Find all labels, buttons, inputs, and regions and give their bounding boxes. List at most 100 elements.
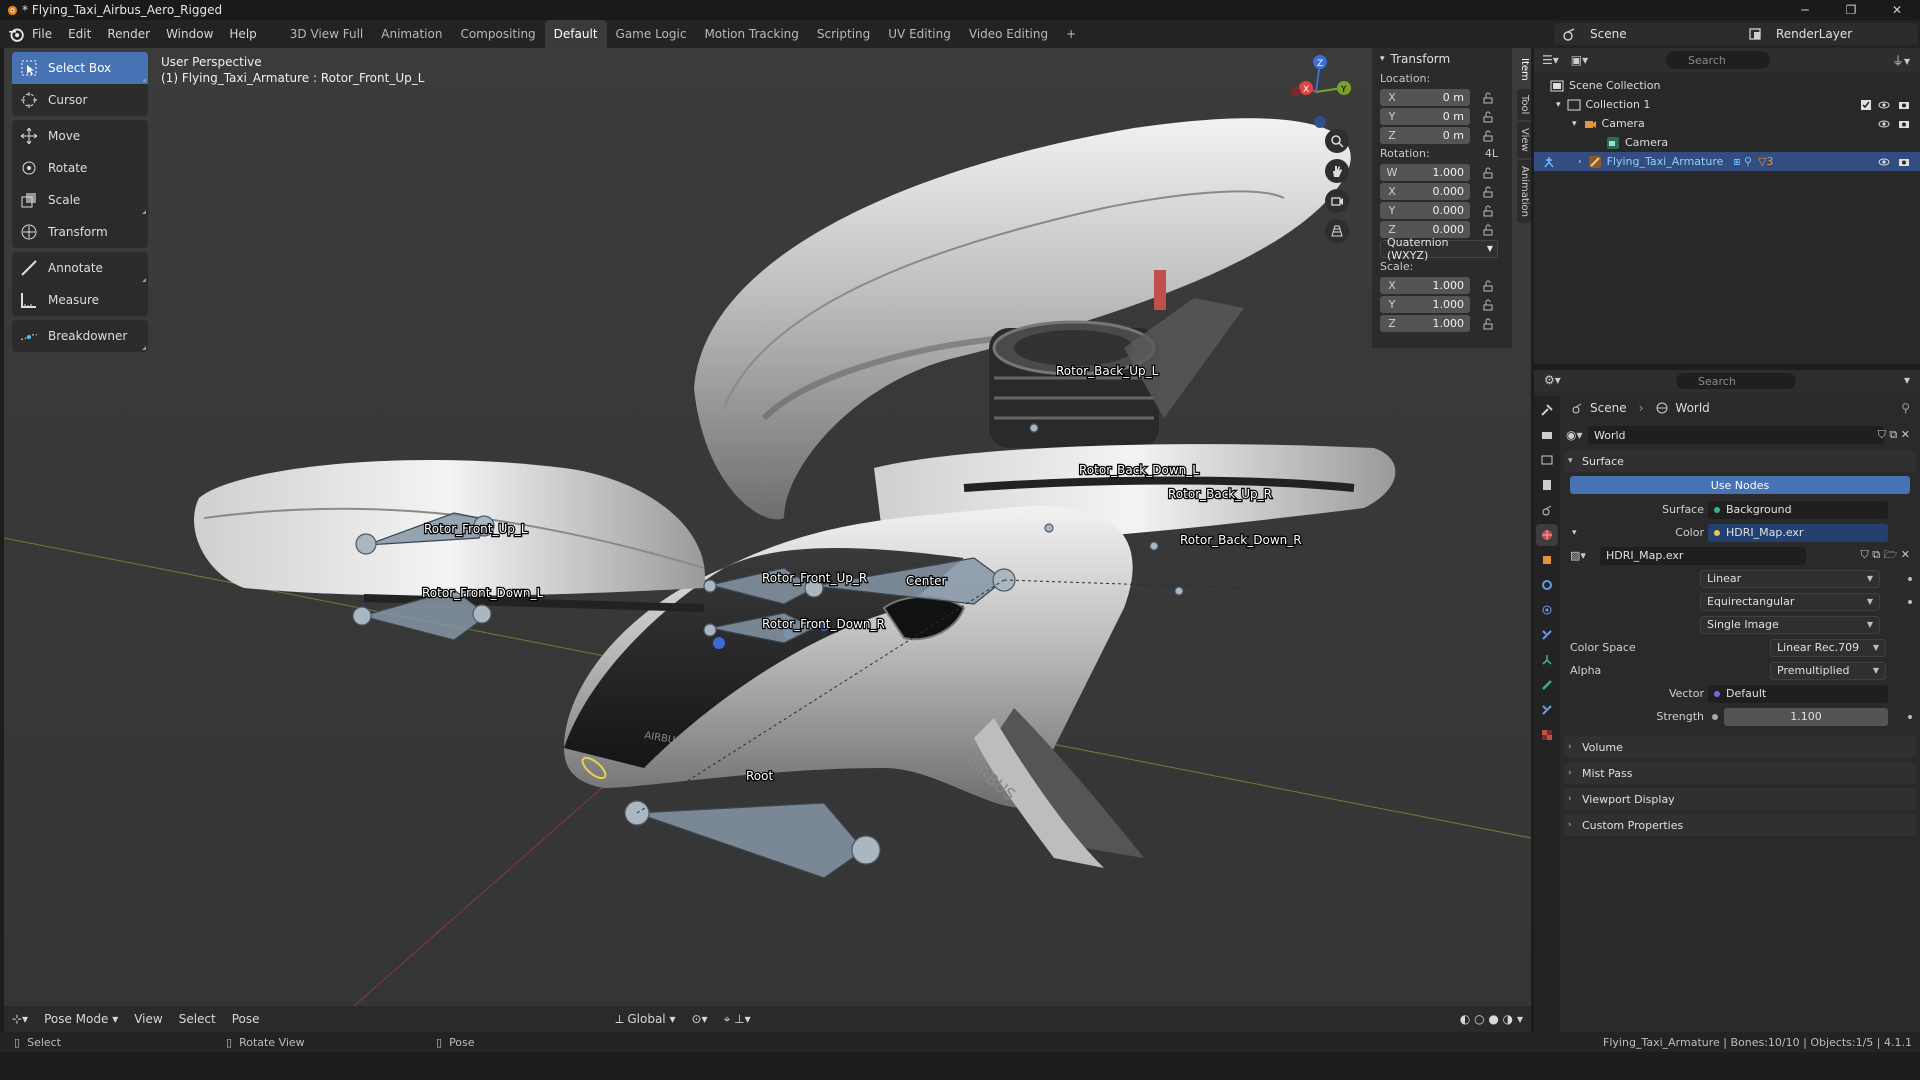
volume-panel-header[interactable]: › Volume	[1564, 736, 1916, 758]
bone-constraint-tab-icon[interactable]	[1536, 699, 1558, 721]
menu-select[interactable]: Select	[171, 1012, 224, 1026]
viewport-shading-icons[interactable]: ◐ ○ ● ◑ ▾	[1452, 1012, 1531, 1026]
keyframe-dot-icon[interactable]	[1908, 576, 1912, 581]
lock-icon[interactable]	[1482, 205, 1494, 217]
outliner-editor-icon[interactable]: ☰▾	[1542, 53, 1559, 67]
rotation-mode-dropdown[interactable]: Quaternion (WXYZ) ▼	[1380, 236, 1498, 262]
lock-icon[interactable]	[1482, 186, 1494, 198]
object-tab-icon[interactable]	[1536, 549, 1558, 571]
display-mode-icon[interactable]: ▣▾	[1571, 53, 1588, 67]
lock-icon[interactable]	[1482, 167, 1494, 179]
3d-viewport[interactable]: AIRBUS AIRBUS Rotor_Front_Up_L Rotor_Fro…	[4, 48, 1531, 1006]
menu-view[interactable]: View	[126, 1012, 170, 1026]
lock-icon[interactable]	[1482, 111, 1494, 123]
physics-tab-icon[interactable]	[1536, 599, 1558, 621]
pose-mode-icon[interactable]	[1542, 155, 1556, 169]
tab-motion-tracking[interactable]: Motion Tracking	[695, 20, 807, 48]
tool-cursor[interactable]: Cursor	[12, 84, 148, 116]
outliner-row-collection-1[interactable]: ▾ Collection 1	[1534, 95, 1920, 114]
tool-scale[interactable]: Scale	[12, 184, 148, 216]
minimize-button[interactable]: ─	[1782, 0, 1828, 20]
tool-tab-icon[interactable]	[1536, 399, 1558, 421]
expand-chevron-icon[interactable]: ▾	[1556, 100, 1561, 110]
filter-icon[interactable]: ⏚▾	[1892, 52, 1910, 69]
lock-icon[interactable]	[1482, 280, 1494, 292]
lock-icon[interactable]	[1482, 318, 1494, 330]
keyframe-dot-icon[interactable]	[1908, 714, 1912, 719]
mist-pass-panel-header[interactable]: › Mist Pass	[1564, 762, 1916, 784]
location-z-field[interactable]: Z 0 m	[1380, 127, 1470, 144]
modifiers-tab-icon[interactable]	[1536, 574, 1558, 596]
tab-default[interactable]: Default	[544, 20, 607, 48]
outliner-row-camera[interactable]: ▾ Camera	[1534, 114, 1920, 133]
mode-selector[interactable]: Pose Mode ▾	[36, 1012, 126, 1026]
scale-y-field[interactable]: Y 1.000	[1380, 296, 1470, 313]
expand-chevron-icon[interactable]: ▾	[1572, 119, 1577, 129]
scale-z-field[interactable]: Z 1.000	[1380, 315, 1470, 332]
tab-scripting[interactable]: Scripting	[808, 20, 879, 48]
world-browse-icon[interactable]: ◉▾	[1566, 428, 1583, 442]
projection-dropdown[interactable]: Equirectangular ▼	[1700, 592, 1880, 611]
checkbox-icon[interactable]	[1860, 99, 1872, 111]
use-nodes-button[interactable]: Use Nodes	[1570, 476, 1910, 494]
expand-chevron-icon[interactable]: ›	[1578, 157, 1582, 167]
location-y-field[interactable]: Y 0 m	[1380, 108, 1470, 125]
render-tab-icon[interactable]	[1536, 424, 1558, 446]
chevron-down-icon[interactable]: ▾	[1572, 528, 1577, 538]
tool-rotate[interactable]: Rotate	[12, 152, 148, 184]
rotation-y-field[interactable]: Y 0.000	[1380, 202, 1470, 219]
tab-view[interactable]: View	[1517, 122, 1531, 158]
output-tab-icon[interactable]	[1536, 449, 1558, 471]
tool-breakdowner[interactable]: Breakdowner	[12, 320, 148, 352]
eye-icon[interactable]	[1878, 156, 1890, 168]
color-input-field[interactable]: HDRI_Map.exr	[1708, 523, 1888, 542]
pin-icon[interactable]: ⚲	[1901, 401, 1910, 415]
navigation-gizmo[interactable]: Z Y X	[1274, 52, 1364, 132]
viewport-display-panel-header[interactable]: › Viewport Display	[1564, 788, 1916, 810]
lock-icon[interactable]	[1482, 299, 1494, 311]
source-dropdown[interactable]: Single Image ▼	[1700, 615, 1880, 634]
keyframe-dot-icon[interactable]	[1908, 599, 1912, 604]
outliner-row-flying-taxi-armature[interactable]: › Flying_Taxi_Armature ⧆ ⚲ ▽3	[1534, 152, 1920, 171]
pan-hand-icon[interactable]	[1325, 159, 1349, 183]
location-x-field[interactable]: X 0 m	[1380, 89, 1470, 106]
transform-orientation-dropdown[interactable]: ⟂ Global ▾	[608, 1012, 684, 1027]
lock-icon[interactable]	[1482, 92, 1494, 104]
render-layer-selector[interactable]: RenderLayer	[1740, 23, 1918, 45]
tab-3d-view-full[interactable]: 3D View Full	[281, 20, 373, 48]
tool-transform[interactable]: Transform	[12, 216, 148, 248]
tab-uv-editing[interactable]: UV Editing	[879, 20, 960, 48]
surface-shader-field[interactable]: Background	[1708, 500, 1888, 519]
datablock-actions-icons[interactable]: ⛉ ⧉ ✕	[1878, 428, 1910, 442]
strength-field[interactable]: 1.100	[1724, 707, 1888, 726]
lock-icon[interactable]	[1482, 224, 1494, 236]
alpha-dropdown[interactable]: Premultiplied ▼	[1770, 661, 1886, 680]
tab-item[interactable]: Item	[1517, 52, 1531, 87]
eye-icon[interactable]	[1878, 99, 1890, 111]
image-actions-icons[interactable]: ⛉ ⧉ 🗁 ✕	[1861, 546, 1910, 565]
custom-properties-panel-header[interactable]: › Custom Properties	[1564, 814, 1916, 836]
tab-video-editing[interactable]: Video Editing	[960, 20, 1057, 48]
armature-data-tab-icon[interactable]	[1536, 649, 1558, 671]
properties-search-input[interactable]: Search	[1676, 373, 1796, 389]
world-name-field[interactable]: World	[1588, 426, 1884, 444]
armature-data-icon[interactable]: ⧆ ⚲	[1733, 155, 1752, 169]
tool-measure[interactable]: Measure	[12, 284, 148, 316]
menu-window[interactable]: Window	[158, 20, 221, 48]
options-chevron-icon[interactable]: ▾	[1904, 373, 1910, 387]
tool-annotate[interactable]: Annotate	[12, 252, 148, 284]
snap-icon[interactable]: ⌖ ⊥▾	[716, 1012, 759, 1027]
tab-tool[interactable]: Tool	[1517, 88, 1531, 121]
menu-edit[interactable]: Edit	[60, 20, 99, 48]
zoom-icon[interactable]	[1325, 129, 1349, 153]
vector-input-field[interactable]: Default	[1708, 684, 1888, 703]
close-window-button[interactable]: ✕	[1874, 0, 1920, 20]
world-tab-icon[interactable]	[1536, 524, 1558, 546]
perspective-toggle-icon[interactable]	[1325, 219, 1349, 243]
bone-tab-icon[interactable]	[1536, 674, 1558, 696]
tab-compositing[interactable]: Compositing	[451, 20, 544, 48]
pivot-point-icon[interactable]: ⊙▾	[683, 1012, 715, 1026]
tool-select-box[interactable]: Select Box	[12, 52, 148, 84]
render-camera-icon[interactable]	[1898, 118, 1910, 130]
rotation-4l-toggle[interactable]: 4L	[1485, 145, 1498, 163]
